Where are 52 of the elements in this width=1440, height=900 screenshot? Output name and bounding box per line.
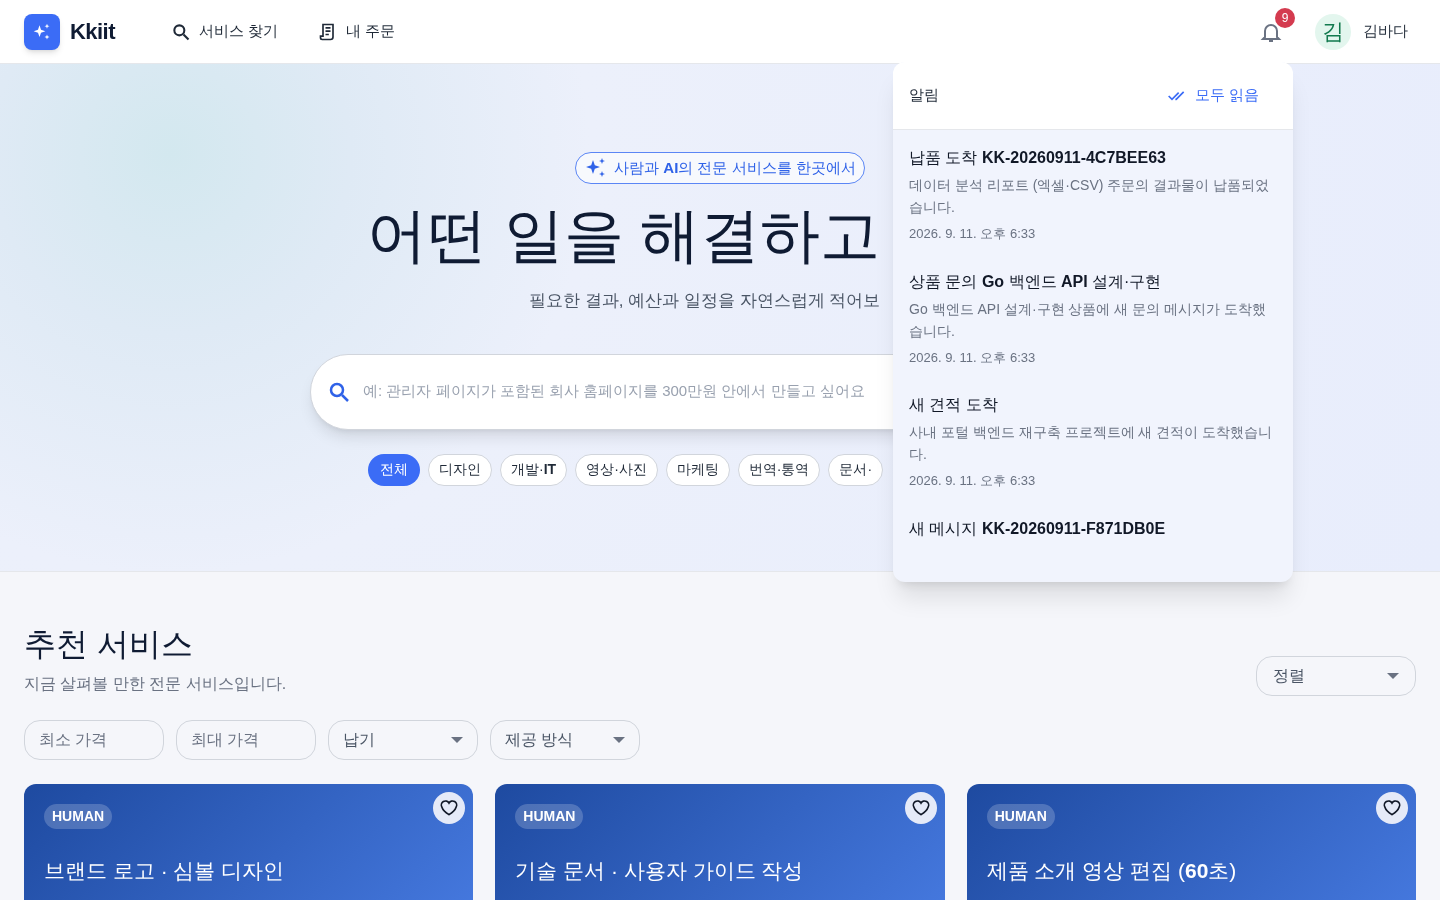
- notification-title: 새 메시지 KK-20260911-F871DB0E: [909, 518, 1167, 539]
- user-name[interactable]: 김바다: [1363, 20, 1416, 43]
- caret-icon: [1387, 673, 1399, 679]
- card-title: 브랜드 로고 · 심볼 디자인: [44, 858, 286, 884]
- filter-select[interactable]: 납기: [328, 720, 478, 760]
- notification-title: 납품 도착 KK-20260911-4C7BEE63: [909, 148, 1167, 168]
- hero-subtitle: 필요한 결과, 예산과 일정을 자연스럽게 적어보: [529, 290, 881, 312]
- panel-title: 알림: [909, 85, 939, 106]
- card-tag: HUMAN: [44, 804, 113, 829]
- hero-heading: 어떤 일을 해결하고: [367, 201, 881, 271]
- notification-body: 데이터 분석 리포트 (엑셀·CSV) 주문의 결과물이 납품되었습니다.: [909, 176, 1271, 217]
- notification-time: 2026. 9. 11. 오후 6:33: [909, 225, 1037, 243]
- category-chip[interactable]: 번역·통역: [737, 453, 821, 486]
- price-field[interactable]: 최대 가격: [176, 720, 316, 760]
- user-avatar[interactable]: 김: [1315, 13, 1351, 50]
- notification-title: 상품 문의 Go 백엔드 API 설계·구현: [909, 271, 1163, 292]
- mark-all-read-button[interactable]: 모두 읽음: [1166, 84, 1259, 107]
- filter-select[interactable]: 제공 방식: [490, 720, 640, 760]
- category-chip[interactable]: 전체: [368, 453, 420, 486]
- service-card[interactable]: HUMAN 기술 문서 · 사용자 가이드 작성: [495, 784, 945, 900]
- service-card[interactable]: HUMAN 브랜드 로고 · 심볼 디자인: [24, 784, 474, 900]
- category-chip[interactable]: 디자인: [428, 453, 492, 486]
- nav-link[interactable]: 내 주문: [318, 20, 396, 43]
- card-tag: HUMAN: [515, 804, 584, 829]
- card-title: 제품 소개 영상 편집 (60초): [986, 858, 1238, 884]
- search-icon: [170, 21, 191, 42]
- notification-title: 새 견적 도착: [909, 395, 999, 415]
- nav-link[interactable]: 서비스 찾기: [170, 20, 279, 43]
- favorite-button[interactable]: [1376, 792, 1408, 824]
- favorite-button[interactable]: [433, 792, 466, 824]
- hero-badge: 사람과 AI의 전문 서비스를 한곳에서: [575, 152, 865, 184]
- heart-icon: [1382, 798, 1402, 818]
- category-chip[interactable]: 영상·사진: [575, 453, 658, 486]
- section-subtitle: 지금 살펴볼 만한 전문 서비스입니다.: [24, 674, 287, 694]
- notification-body: Go 백엔드 API 설계·구현 상품에 새 문의 메시지가 도착했습니다.: [909, 299, 1268, 341]
- card-tag: HUMAN: [986, 804, 1055, 829]
- service-card[interactable]: HUMAN 제품 소개 영상 편집 (60초): [966, 784, 1416, 900]
- category-chip[interactable]: 마케팅: [665, 453, 730, 486]
- section-title: 추천 서비스: [24, 625, 194, 664]
- card-title: 기술 문서 · 사용자 가이드 작성: [515, 858, 805, 884]
- sort-select[interactable]: 정렬: [1256, 656, 1416, 696]
- heart-icon: [439, 798, 460, 818]
- heart-icon: [910, 798, 931, 818]
- caret-icon: [451, 737, 463, 743]
- logo-text[interactable]: Kkiit: [70, 15, 115, 48]
- category-chip[interactable]: 문서·: [828, 453, 884, 486]
- price-field[interactable]: 최소 가격: [24, 720, 164, 760]
- category-chip[interactable]: 개발·IT: [500, 453, 568, 486]
- notification-time: 2026. 9. 11. 오후 6:33: [909, 472, 1037, 490]
- notification-badge: 9: [1275, 7, 1295, 28]
- caret-icon: [613, 737, 625, 743]
- favorite-button[interactable]: [904, 792, 937, 824]
